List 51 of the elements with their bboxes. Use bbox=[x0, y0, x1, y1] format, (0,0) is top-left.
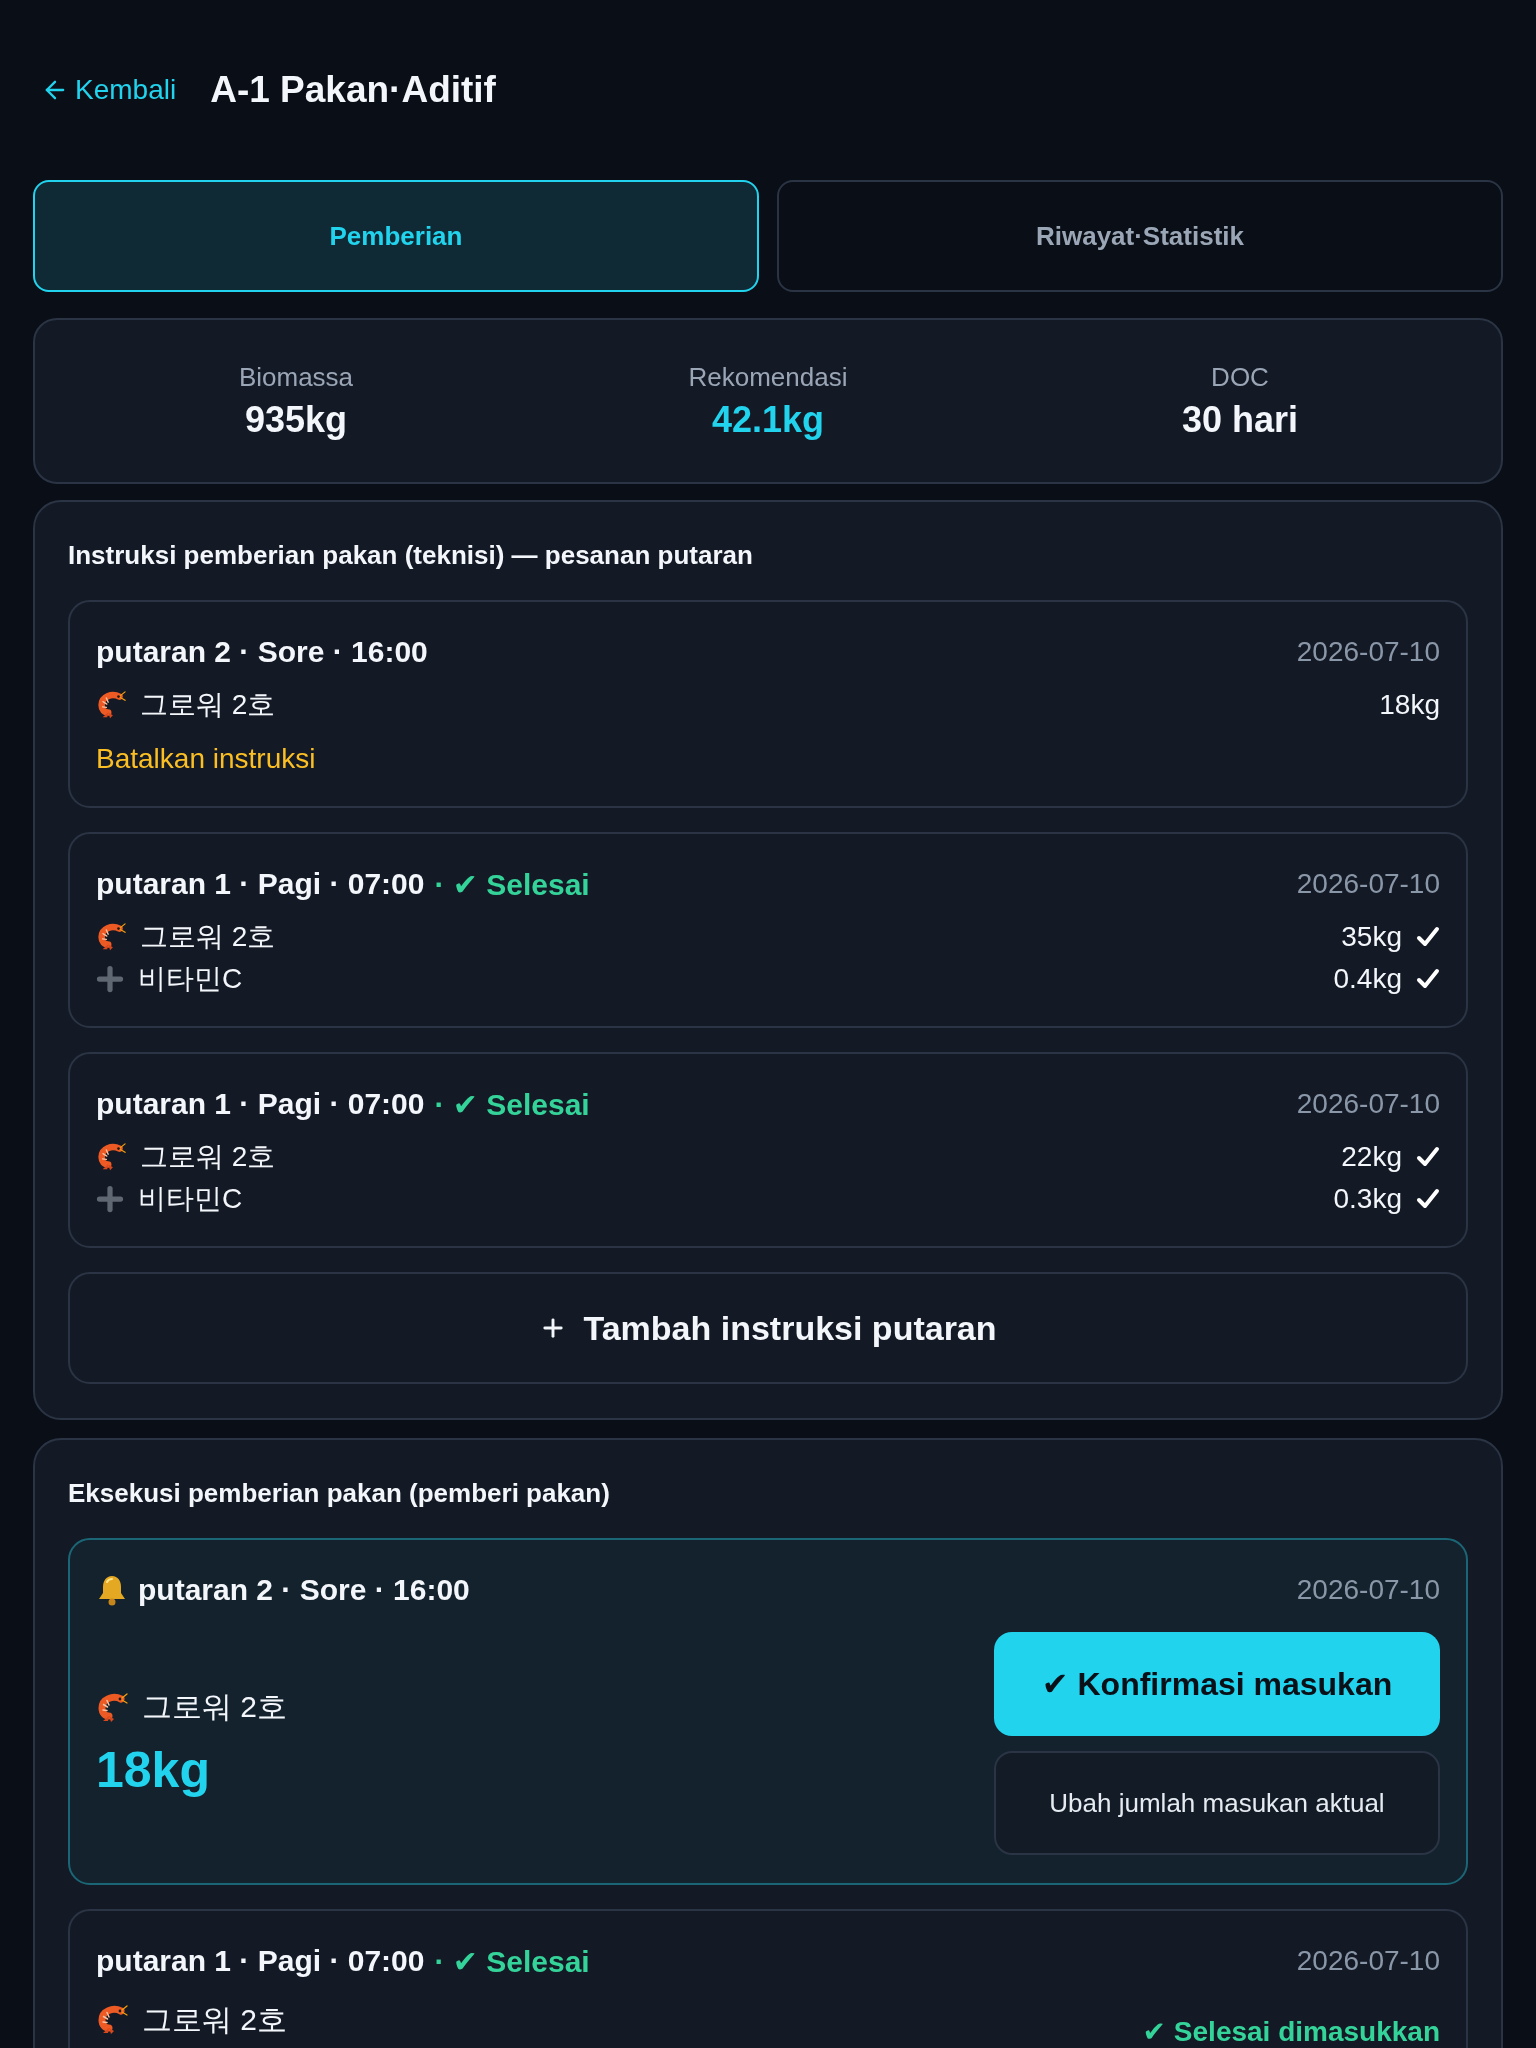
round-status: · ✔ Selesai bbox=[434, 1086, 590, 1122]
item-name: 그로워 2호 bbox=[140, 920, 276, 954]
edit-amount-button[interactable]: Ubah jumlah masukan aktual bbox=[994, 1751, 1440, 1855]
item-name: 비타민C bbox=[138, 962, 243, 996]
stat-value: 935kg bbox=[244, 398, 348, 441]
cancel-link[interactable]: Batalkan instruksi bbox=[96, 740, 316, 778]
stat-label: Biomassa bbox=[238, 361, 354, 393]
feed-amount: 18kg bbox=[96, 1740, 211, 1799]
item-name: 그로워 2호 bbox=[142, 1689, 288, 1725]
round-status: · ✔ Selesai bbox=[434, 866, 590, 902]
round-date: 2026-07-10 bbox=[1296, 868, 1440, 900]
shrimp-icon bbox=[96, 2004, 128, 2036]
round-title: putaran 1 · Pagi · 07:00 bbox=[96, 1944, 425, 1978]
plus-icon bbox=[96, 1185, 124, 1213]
round-title: putaran 2 · Sore · 16:00 bbox=[138, 1573, 470, 1607]
tab[interactable]: Pemberian bbox=[33, 180, 759, 292]
shrimp-icon bbox=[96, 690, 126, 720]
item-amount: 0.3kg bbox=[1333, 1183, 1402, 1215]
item-name: 비타민C bbox=[138, 1182, 243, 1216]
stat-label: DOC bbox=[1211, 361, 1269, 393]
shrimp-icon bbox=[96, 1691, 128, 1724]
item-amount: 35kg bbox=[1341, 921, 1402, 953]
tab[interactable]: Riwayat·Statistik bbox=[777, 180, 1503, 292]
page-title: A-1 Pakan·Aditif bbox=[210, 69, 496, 111]
round-title: putaran 2 · Sore · 16:00 bbox=[96, 635, 428, 669]
item-amount: 18kg bbox=[1379, 689, 1440, 721]
round-date: 2026-07-10 bbox=[1296, 636, 1440, 668]
round-date: 2026-07-10 bbox=[1296, 1088, 1440, 1120]
item-amount: 22kg bbox=[1341, 1141, 1402, 1173]
round-date: 2026-07-10 bbox=[1296, 1574, 1440, 1606]
item-name: 그로워 2호 bbox=[140, 688, 276, 722]
shrimp-icon bbox=[96, 1142, 126, 1172]
back-link[interactable]: Kembali bbox=[41, 74, 177, 106]
item-amount: 0.4kg bbox=[1333, 963, 1402, 995]
confirm-button[interactable]: ✔ Konfirmasi masukan bbox=[994, 1632, 1440, 1736]
plus-icon bbox=[96, 965, 124, 993]
completion-status: ✔ Selesai dimasukkan bbox=[1142, 2015, 1440, 2048]
add-round-button[interactable]: Tambah instruksi putaran bbox=[68, 1272, 1468, 1384]
round-status: · ✔ Selesai bbox=[434, 1943, 590, 1979]
stat-label: Rekomendasi bbox=[688, 361, 848, 393]
round-title: putaran 1 · Pagi · 07:00 bbox=[96, 867, 425, 901]
round-date: 2026-07-10 bbox=[1296, 1945, 1440, 1977]
item-name: 그로워 2호 bbox=[142, 2001, 288, 2038]
round-title: putaran 1 · Pagi · 07:00 bbox=[96, 1087, 425, 1121]
stat-value: 30 hari bbox=[1181, 398, 1299, 441]
stat-value: 42.1kg bbox=[711, 398, 825, 441]
item-name: 그로워 2호 bbox=[140, 1140, 276, 1174]
shrimp-icon bbox=[96, 922, 126, 952]
panel-title: Eksekusi pemberian pakan (pemberi pakan) bbox=[68, 1478, 611, 1508]
bell-icon bbox=[96, 1574, 128, 1606]
panel-title: Instruksi pemberian pakan (teknisi) — pesanan putaran bbox=[68, 540, 754, 570]
